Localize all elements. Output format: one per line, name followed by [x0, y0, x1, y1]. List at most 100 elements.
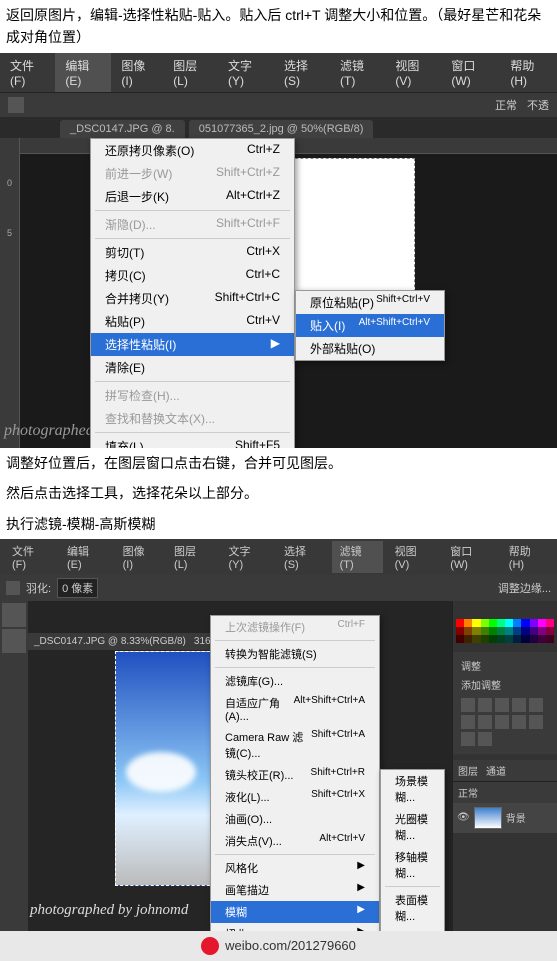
edit-menu-item[interactable]: 拼写检查(H)... [91, 384, 294, 407]
filter-menu-item[interactable]: 镜头校正(R)...Shift+Ctrl+R [211, 764, 379, 786]
doc-tab-2[interactable]: 051077365_2.jpg @ 50%(RGB/8) [189, 120, 374, 138]
edit-menu-item[interactable]: 查找和替换文本(X)... [91, 407, 294, 430]
edit-menu-item[interactable]: 选择性粘贴(I)▶ [91, 333, 294, 356]
blur-menu-item[interactable]: 动感模糊... [381, 927, 444, 931]
swatch[interactable] [505, 627, 513, 635]
paste-menu-item[interactable]: 原位粘贴(P)Shift+Ctrl+V [296, 291, 444, 314]
visibility-icon[interactable]: 👁 [457, 812, 470, 823]
filter-menu-item[interactable]: 转换为智能滤镜(S) [211, 643, 379, 665]
menu-edit[interactable]: 编辑(E) [55, 53, 111, 92]
swatch[interactable] [481, 619, 489, 627]
edit-menu-item[interactable]: 后退一步(K)Alt+Ctrl+Z [91, 185, 294, 208]
filter-menu-item[interactable]: 扭曲▶ [211, 923, 379, 931]
filter-menu-item[interactable]: 风格化▶ [211, 857, 379, 879]
menu-select[interactable]: 选择(S) [274, 53, 330, 92]
blur-menu-item[interactable]: 表面模糊... [381, 889, 444, 927]
swatch[interactable] [456, 619, 464, 627]
swatch[interactable] [546, 627, 554, 635]
adj-channelmixer-icon[interactable] [529, 715, 543, 729]
menu-window[interactable]: 窗口(W) [441, 53, 500, 92]
menu-file[interactable]: 文件(F) [0, 53, 55, 92]
swatch[interactable] [497, 619, 505, 627]
swatch[interactable] [546, 619, 554, 627]
menu2-help[interactable]: 帮助(H) [501, 541, 553, 573]
swatch[interactable] [538, 635, 546, 643]
tool-move[interactable] [2, 603, 26, 627]
filter-menu-item[interactable]: 上次滤镜操作(F)Ctrl+F [211, 616, 379, 638]
filter-menu-item[interactable]: 消失点(V)...Alt+Ctrl+V [211, 830, 379, 852]
layers-tab[interactable]: 图层 [458, 763, 478, 778]
menu2-window[interactable]: 窗口(W) [442, 541, 497, 573]
filter-menu-item[interactable]: 画笔描边▶ [211, 879, 379, 901]
menu-help[interactable]: 帮助(H) [500, 53, 557, 92]
swatch[interactable] [521, 635, 529, 643]
menu2-layer[interactable]: 图层(L) [166, 541, 216, 573]
swatch[interactable] [530, 635, 538, 643]
menu-type[interactable]: 文字(Y) [218, 53, 274, 92]
swatch[interactable] [472, 619, 480, 627]
menu2-edit[interactable]: 编辑(E) [59, 541, 111, 573]
refine-edge-button[interactable]: 调整边缘... [498, 580, 551, 596]
adj-brightness-icon[interactable] [461, 698, 475, 712]
swatch[interactable] [530, 627, 538, 635]
tool-icon[interactable] [8, 97, 24, 113]
paste-menu-item[interactable]: 贴入(I)Alt+Shift+Ctrl+V [296, 314, 444, 337]
menu-layer[interactable]: 图层(L) [163, 53, 218, 92]
edit-menu-item[interactable]: 渐隐(D)...Shift+Ctrl+F [91, 213, 294, 236]
filter-menu-item[interactable]: 液化(L)...Shift+Ctrl+X [211, 786, 379, 808]
blur-menu-item[interactable]: 光圈模糊... [381, 808, 444, 846]
filter-menu-item[interactable]: 模糊▶ [211, 901, 379, 923]
swatch[interactable] [464, 635, 472, 643]
adj-photofilter-icon[interactable] [512, 715, 526, 729]
blend-mode-selector[interactable]: 正常 [453, 782, 557, 803]
menu2-select[interactable]: 选择(S) [276, 541, 328, 573]
menu2-view[interactable]: 视图(V) [387, 541, 439, 573]
swatch[interactable] [505, 619, 513, 627]
swatch[interactable] [521, 627, 529, 635]
adj-vibrance-icon[interactable] [529, 698, 543, 712]
edit-menu-item[interactable]: 还原拷贝像素(O)Ctrl+Z [91, 139, 294, 162]
swatch[interactable] [497, 627, 505, 635]
edit-menu-item[interactable]: 剪切(T)Ctrl+X [91, 241, 294, 264]
adj-posterize-icon[interactable] [478, 732, 492, 746]
swatch[interactable] [505, 635, 513, 643]
menu2-filter[interactable]: 滤镜(T) [332, 541, 383, 573]
tool-marquee[interactable] [2, 629, 26, 653]
swatch[interactable] [481, 635, 489, 643]
edit-menu-item[interactable]: 合并拷贝(Y)Shift+Ctrl+C [91, 287, 294, 310]
menu2-image[interactable]: 图像(I) [115, 541, 162, 573]
edit-menu-item[interactable]: 粘贴(P)Ctrl+V [91, 310, 294, 333]
paste-menu-item[interactable]: 外部粘贴(O) [296, 337, 444, 360]
blur-menu-item[interactable]: 场景模糊... [381, 770, 444, 808]
swatch[interactable] [472, 635, 480, 643]
doc-tab-1[interactable]: _DSC0147.JPG @ 8. [60, 120, 185, 138]
feather-input[interactable]: 0 像素 [57, 578, 98, 598]
menu2-file[interactable]: 文件(F) [4, 541, 55, 573]
swatch[interactable] [489, 627, 497, 635]
edit-menu-item[interactable]: 拷贝(C)Ctrl+C [91, 264, 294, 287]
doc-tab2-1[interactable]: _DSC0147.JPG @ 8.33%(RGB/8) [34, 636, 186, 647]
edit-menu-item[interactable]: 前进一步(W)Shift+Ctrl+Z [91, 162, 294, 185]
filter-menu-item[interactable]: 滤镜库(G)... [211, 670, 379, 692]
blur-menu-item[interactable]: 移轴模糊... [381, 846, 444, 884]
swatch[interactable] [538, 627, 546, 635]
menu-image[interactable]: 图像(I) [111, 53, 163, 92]
adj-hue-icon[interactable] [461, 715, 475, 729]
swatch[interactable] [481, 627, 489, 635]
swatch[interactable] [538, 619, 546, 627]
adj-invert-icon[interactable] [461, 732, 475, 746]
layer-row-background[interactable]: 👁 背景 [453, 803, 557, 833]
filter-menu-item[interactable]: 自适应广角(A)...Alt+Shift+Ctrl+A [211, 692, 379, 726]
adj-colorbalance-icon[interactable] [478, 715, 492, 729]
adj-curves-icon[interactable] [495, 698, 509, 712]
menu-view[interactable]: 视图(V) [385, 53, 441, 92]
filter-menu-item[interactable]: Camera Raw 滤镜(C)...Shift+Ctrl+A [211, 726, 379, 764]
adj-levels-icon[interactable] [478, 698, 492, 712]
channels-tab[interactable]: 通道 [486, 763, 506, 778]
swatch[interactable] [464, 627, 472, 635]
canvas-image[interactable] [115, 651, 215, 886]
swatch[interactable] [489, 619, 497, 627]
swatch[interactable] [472, 627, 480, 635]
adj-exposure-icon[interactable] [512, 698, 526, 712]
filter-menu-item[interactable]: 油画(O)... [211, 808, 379, 830]
